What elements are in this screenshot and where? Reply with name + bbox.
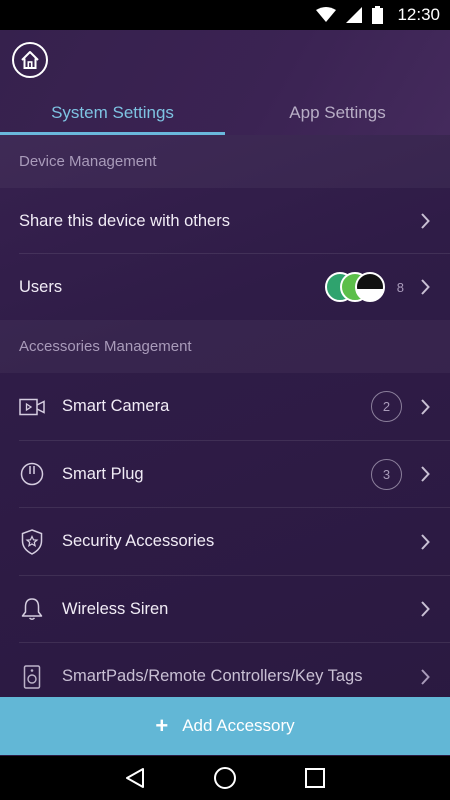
wifi-icon	[316, 7, 337, 22]
chevron-right-icon	[418, 533, 432, 551]
security-accessories-row[interactable]: Security Accessories	[0, 508, 450, 576]
recents-icon[interactable]	[304, 767, 326, 789]
chevron-right-icon	[418, 668, 432, 686]
back-icon[interactable]	[124, 767, 146, 789]
settings-tabs: System Settings App Settings	[0, 94, 450, 135]
power-icon	[19, 461, 45, 487]
system-nav-bar	[0, 756, 450, 800]
section-header-accessories-management: Accessories Management	[0, 320, 450, 373]
avatar	[354, 272, 385, 302]
users-label: Users	[19, 277, 63, 296]
smartpads-label: SmartPads/Remote Controllers/Key Tags	[62, 667, 363, 686]
chevron-right-icon	[418, 600, 432, 618]
smart-camera-label: Smart Camera	[62, 397, 170, 416]
signal-icon	[346, 7, 363, 23]
home-button[interactable]	[12, 42, 48, 78]
smart-plug-row[interactable]: Smart Plug 3	[0, 441, 450, 508]
chevron-right-icon	[418, 212, 432, 230]
smart-plug-count-badge: 3	[371, 458, 402, 490]
tab-app-settings[interactable]: App Settings	[225, 94, 450, 135]
video-camera-icon	[19, 394, 45, 420]
battery-icon	[372, 6, 384, 24]
smart-camera-row[interactable]: Smart Camera 2	[0, 373, 450, 441]
users-row[interactable]: Users 8	[0, 254, 450, 320]
wireless-siren-label: Wireless Siren	[62, 599, 169, 618]
status-time: 12:30	[397, 5, 440, 24]
user-avatars	[324, 272, 385, 302]
smart-camera-count-badge: 2	[371, 391, 402, 423]
status-bar: 12:30	[0, 0, 450, 30]
add-accessory-button[interactable]: + Add Accessory	[0, 697, 450, 755]
security-accessories-label: Security Accessories	[62, 532, 215, 551]
home-circle-icon[interactable]	[213, 766, 237, 790]
bell-icon	[19, 596, 45, 622]
home-icon	[21, 51, 39, 69]
plus-icon: +	[155, 713, 169, 738]
wireless-siren-row[interactable]: Wireless Siren	[0, 576, 450, 643]
share-device-row[interactable]: Share this device with others	[0, 188, 450, 254]
chevron-right-icon	[418, 398, 432, 416]
chevron-right-icon	[418, 278, 432, 296]
users-count: 8	[396, 279, 404, 295]
add-accessory-label: Add Accessory	[182, 716, 295, 735]
app-header: System Settings App Settings	[0, 30, 450, 135]
share-device-label: Share this device with others	[19, 211, 230, 230]
chevron-right-icon	[418, 465, 432, 483]
app-screen: System Settings App Settings Device Mana…	[0, 30, 450, 756]
section-header-device-management: Device Management	[0, 135, 450, 188]
speaker-device-icon	[19, 664, 45, 690]
smart-plug-label: Smart Plug	[62, 464, 144, 483]
shield-star-icon	[19, 528, 45, 555]
tab-system-settings[interactable]: System Settings	[0, 94, 225, 135]
